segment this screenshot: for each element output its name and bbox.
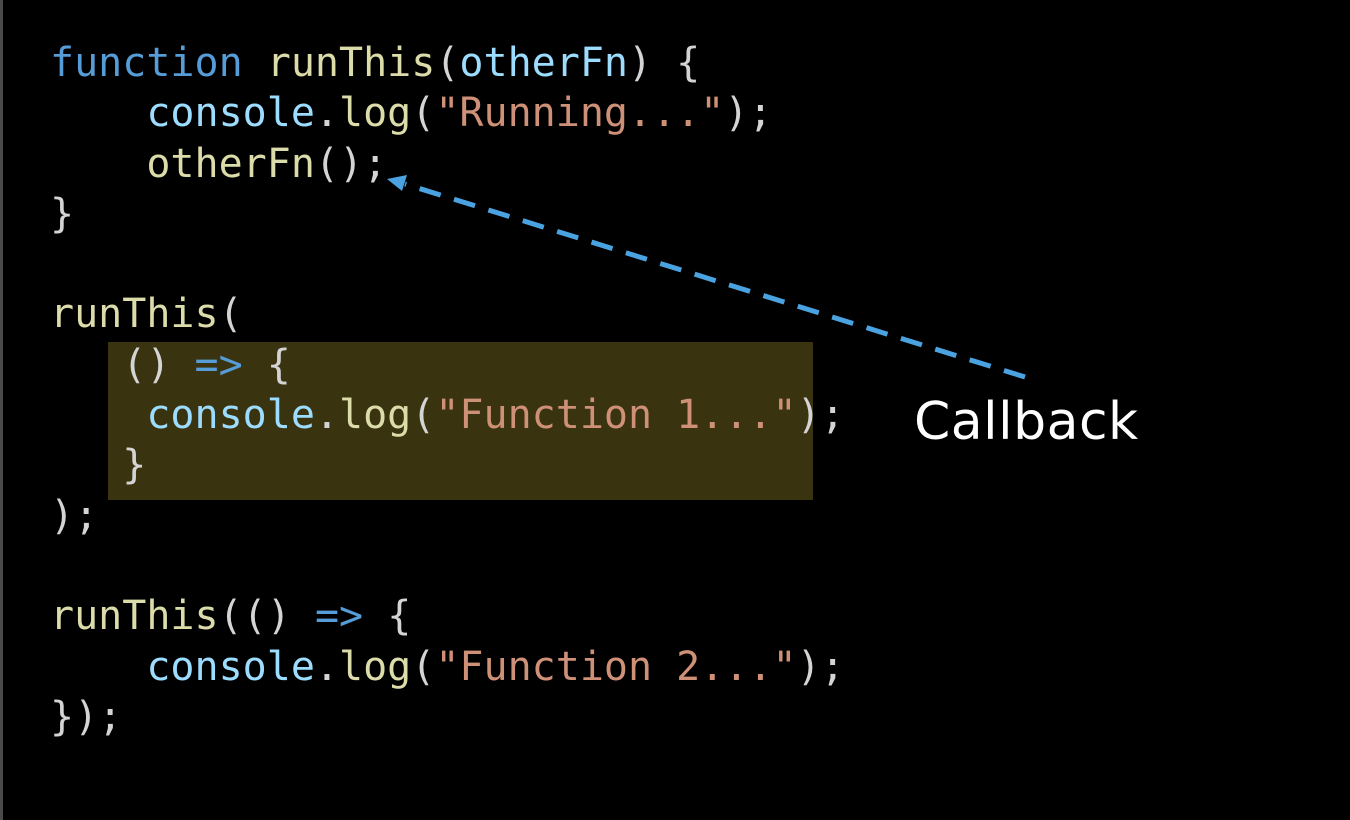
callback-arrow [387, 175, 1026, 380]
callback-label: Callback [914, 392, 1139, 452]
callback-arrow-head [387, 175, 407, 191]
callback-arrow-line [404, 181, 1026, 380]
slide: function runThis(otherFn) { console.log(… [0, 0, 1350, 820]
